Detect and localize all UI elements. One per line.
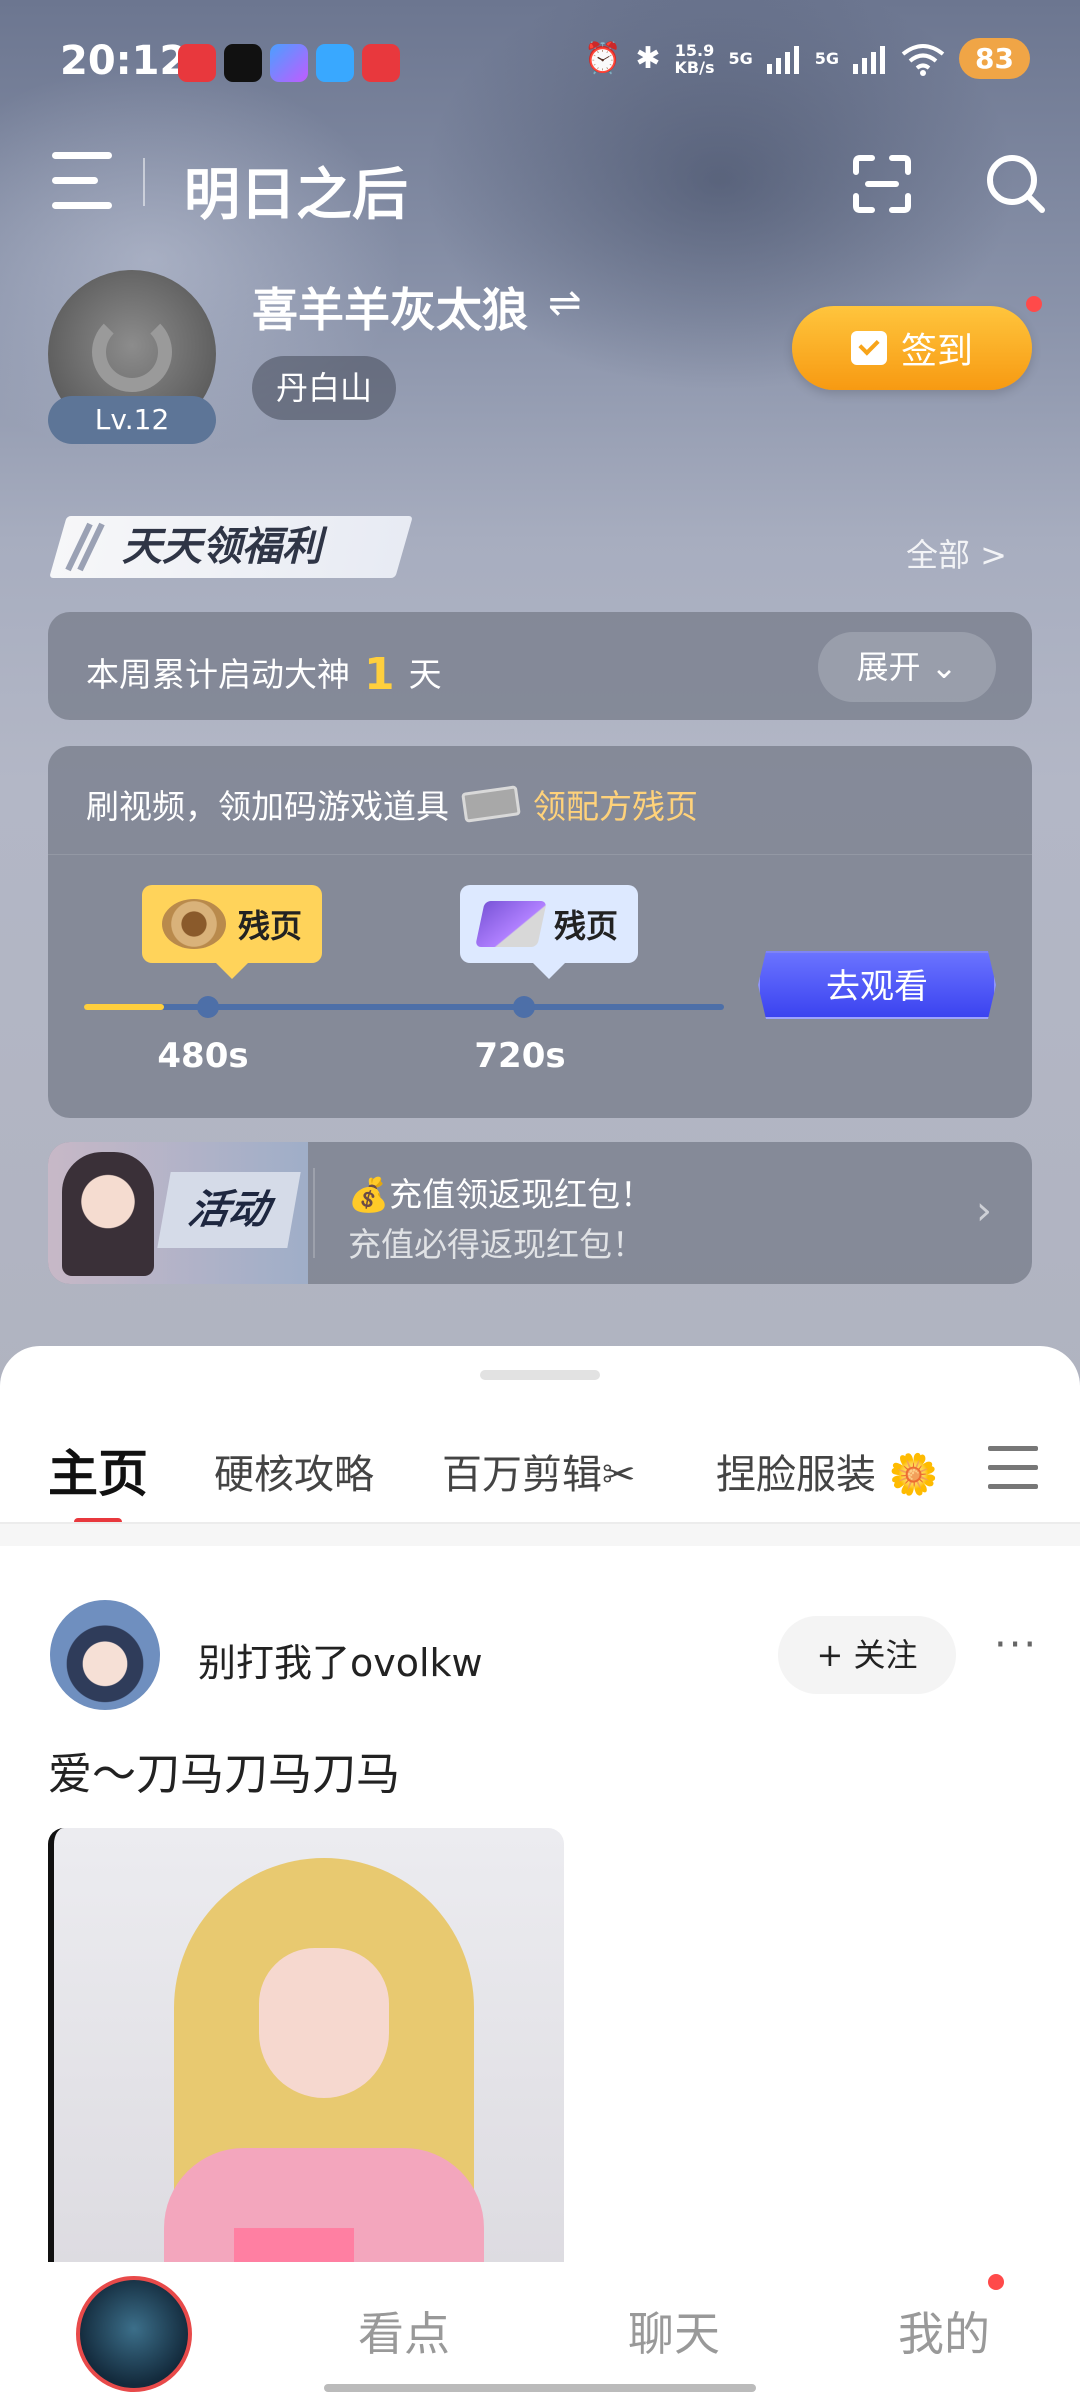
tabs-menu-icon[interactable] bbox=[988, 1446, 1038, 1490]
follow-button[interactable]: + 关注 bbox=[778, 1616, 956, 1694]
status-time: 20:12 bbox=[60, 38, 188, 84]
milestone-label-720s: 720s bbox=[474, 1036, 566, 1076]
weekly-launch-card: 本周累计启动大神 1 天 展开 ⌄ bbox=[48, 612, 1032, 720]
tab-costume[interactable]: 捏脸服装 🌼 bbox=[716, 1442, 939, 1500]
stripes-decoration-icon bbox=[65, 522, 105, 572]
welfare-title: 天天领福利 bbox=[122, 524, 322, 570]
weekly-launch-count: 1 bbox=[364, 649, 395, 700]
home-indicator bbox=[324, 2384, 756, 2392]
notification-dot bbox=[988, 2274, 1004, 2290]
signal-2-label: 5G bbox=[814, 49, 840, 68]
game-switch-avatar[interactable] bbox=[76, 2276, 192, 2392]
divider bbox=[313, 1168, 315, 1258]
avatar-placeholder-icon bbox=[92, 312, 172, 392]
signal-icon bbox=[766, 45, 799, 74]
tab-guides[interactable]: 硬核攻略 bbox=[214, 1442, 374, 1500]
tab-bar: 主页 硬核攻略 百万剪辑✂ 捏脸服装 🌼 bbox=[0, 1432, 1080, 1526]
photo-app-icon bbox=[316, 44, 354, 82]
search-icon[interactable] bbox=[984, 152, 1048, 216]
tiktok-app-icon bbox=[224, 44, 262, 82]
signal-1-label: 5G bbox=[728, 49, 753, 68]
chevron-right-icon: › bbox=[976, 1188, 992, 1234]
purple-wing-icon bbox=[475, 901, 547, 947]
menu-icon[interactable] bbox=[52, 152, 112, 210]
video-task-header: 刷视频，领加码游戏道具 领配方残页 bbox=[86, 780, 698, 828]
ticket-icon bbox=[461, 785, 521, 823]
tab-clips[interactable]: 百万剪辑✂ bbox=[442, 1442, 636, 1500]
progress-node-480s bbox=[197, 996, 219, 1018]
divider bbox=[48, 854, 1032, 855]
see-all-link[interactable]: 全部 > bbox=[906, 530, 1007, 576]
content-sheet: 主页 硬核攻略 百万剪辑✂ 捏脸服装 🌼 别打我了ovolkw + 关注 ···… bbox=[0, 1346, 1080, 2400]
game-app-icon bbox=[270, 44, 308, 82]
weekly-launch-text: 本周累计启动大神 1 天 bbox=[86, 649, 442, 700]
level-badge: Lv.12 bbox=[48, 396, 216, 444]
watch-video-button[interactable]: 去观看 bbox=[758, 951, 996, 1019]
recipe-page-link[interactable]: 领配方残页 bbox=[533, 780, 698, 828]
food-plate-icon bbox=[162, 899, 226, 949]
netease-app-icon bbox=[362, 44, 400, 82]
signal-icon bbox=[853, 45, 886, 74]
netease-app-icon bbox=[178, 44, 216, 82]
reward-bubble-480s: 残页 bbox=[142, 885, 323, 979]
app-header: 明日之后 bbox=[0, 130, 1080, 240]
alarm-icon: ⏰ bbox=[584, 41, 622, 76]
progress-fill bbox=[84, 1004, 164, 1010]
activity-subtitle: 充值必得返现红包！ bbox=[348, 1225, 645, 1264]
activity-banner-art: 活动 bbox=[48, 1142, 308, 1284]
signin-label: 签到 bbox=[900, 331, 973, 372]
post-author-name[interactable]: 别打我了ovolkw bbox=[198, 1632, 483, 1687]
expand-button[interactable]: 展开 ⌄ bbox=[818, 632, 996, 702]
more-options-icon[interactable]: ··· bbox=[994, 1622, 1038, 1668]
post-text[interactable]: 爱～刀马刀马刀马 bbox=[48, 1738, 400, 1802]
nav-highlights[interactable]: 看点 bbox=[358, 2298, 450, 2364]
post-author-avatar[interactable] bbox=[50, 1600, 160, 1710]
battery-indicator: 83 bbox=[959, 38, 1030, 79]
notification-dot bbox=[1026, 296, 1042, 312]
status-bar: 20:12 ⏰ ✱ 15.9 KB/s 5G 5G 83 bbox=[0, 0, 1080, 120]
tab-home[interactable]: 主页 bbox=[48, 1434, 148, 1506]
wifi-icon bbox=[901, 43, 945, 76]
calendar-check-icon bbox=[850, 331, 887, 365]
bottom-nav: 看点 聊天 我的 bbox=[0, 2262, 1080, 2400]
network-speed: 15.9 KB/s bbox=[674, 40, 715, 77]
nav-me[interactable]: 我的 bbox=[898, 2298, 990, 2364]
activity-badge: 活动 bbox=[157, 1172, 301, 1248]
video-task-card: 刷视频，领加码游戏道具 领配方残页 残页 残页 480s 720s 去观看 bbox=[48, 746, 1032, 1118]
server-tag[interactable]: 丹白山 bbox=[252, 356, 397, 420]
bluetooth-icon: ✱ bbox=[635, 41, 661, 76]
nav-chat[interactable]: 聊天 bbox=[628, 2298, 720, 2364]
character-illustration bbox=[62, 1152, 154, 1276]
username[interactable]: 喜羊羊灰太狼 bbox=[252, 274, 528, 340]
scan-icon[interactable] bbox=[850, 154, 914, 214]
game-title: 明日之后 bbox=[184, 163, 408, 228]
signin-button[interactable]: 签到 bbox=[792, 306, 1032, 390]
activity-card[interactable]: 活动 💰充值领返现红包！ 充值必得返现红包！ › bbox=[48, 1142, 1032, 1284]
reward-bubble-720s: 残页 bbox=[460, 885, 639, 979]
section-gap bbox=[0, 1524, 1080, 1546]
milestone-label-480s: 480s bbox=[157, 1036, 249, 1076]
status-icons: ⏰ ✱ 15.9 KB/s 5G 5G 83 bbox=[584, 38, 1030, 79]
progress-track bbox=[84, 1004, 724, 1010]
drag-handle[interactable] bbox=[480, 1370, 600, 1380]
progress-node-720s bbox=[513, 996, 535, 1018]
switch-account-icon[interactable]: ⇌ bbox=[548, 280, 582, 326]
header-divider bbox=[143, 158, 145, 206]
activity-title: 💰充值领返现红包！ bbox=[348, 1175, 654, 1214]
